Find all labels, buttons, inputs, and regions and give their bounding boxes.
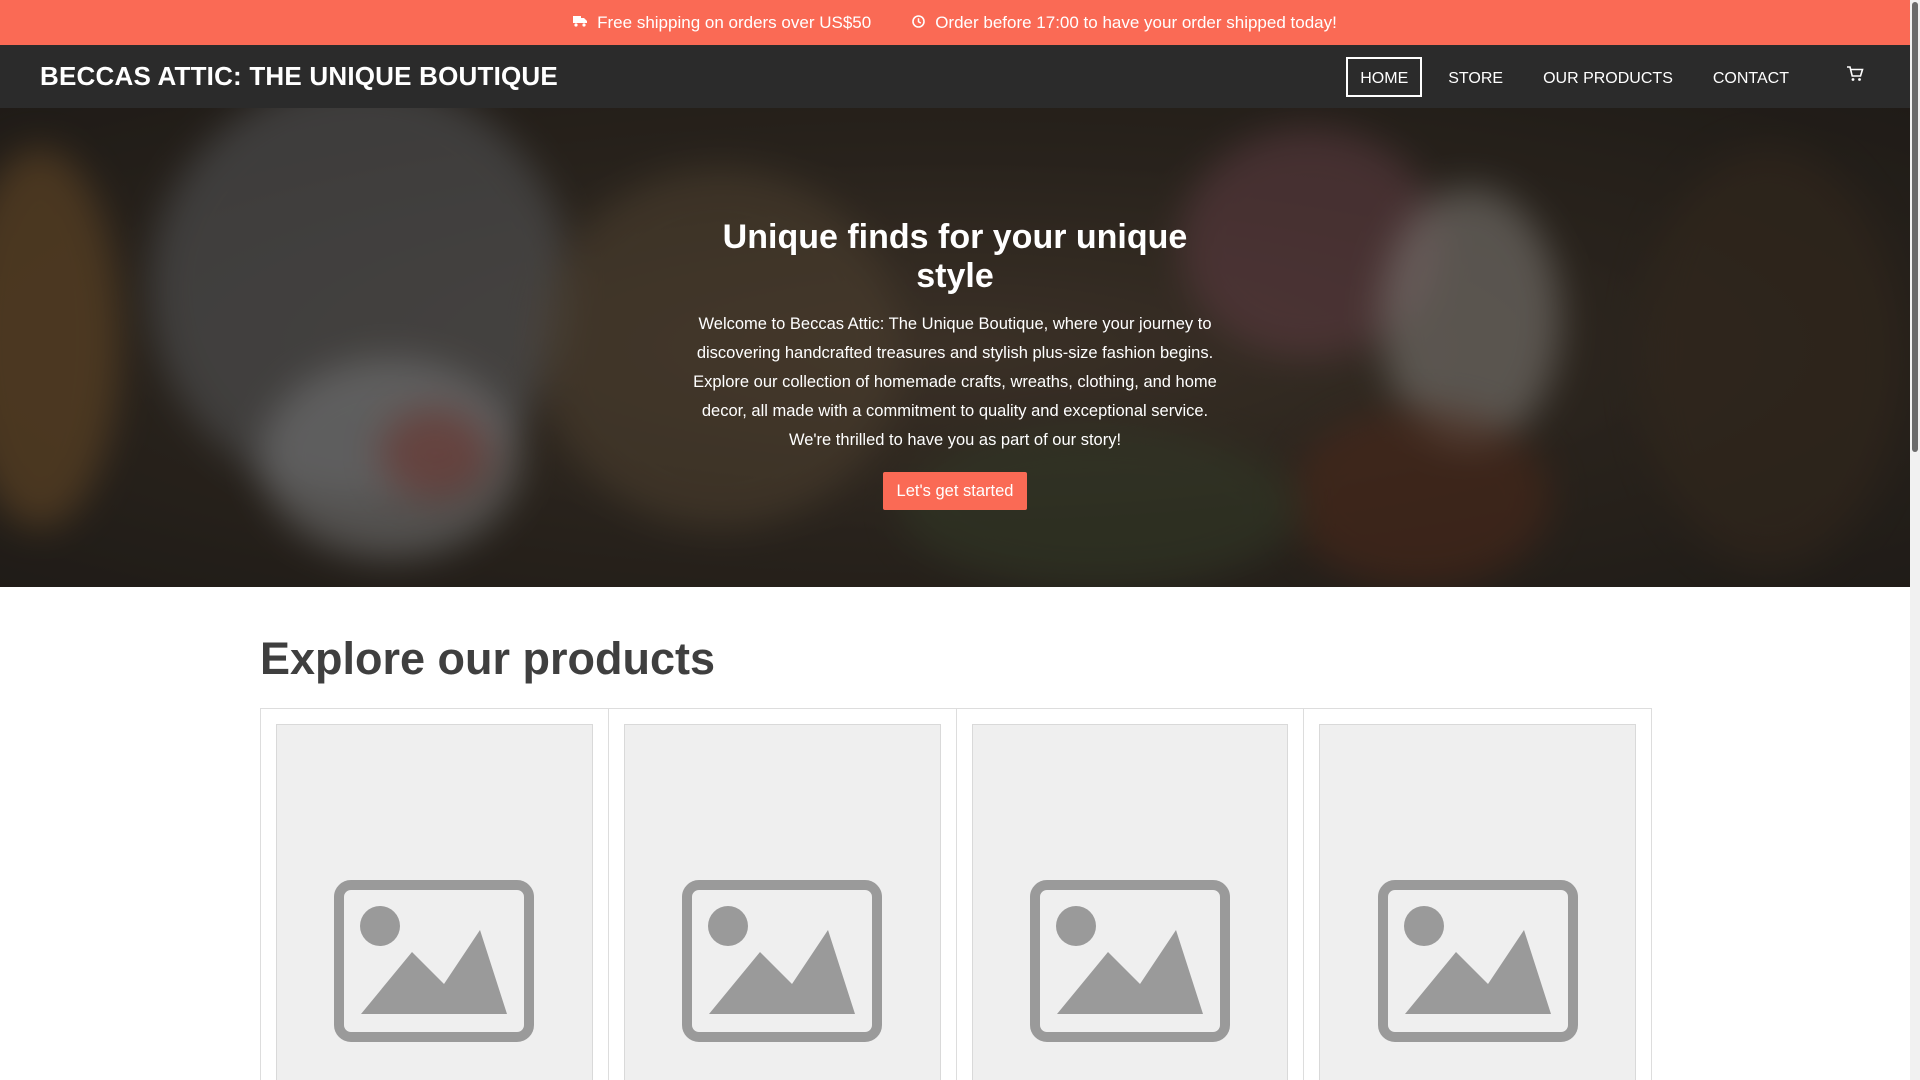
products-heading: Explore our products [260,633,716,684]
product-image[interactable] [623,724,941,1080]
announcement-shipping: Free shipping on orders over US$50 [573,13,871,33]
navbar: BECCAS ATTIC: THE UNIQUE BOUTIQUE HOME S… [0,45,1910,108]
nav-home[interactable]: HOME [1346,56,1423,97]
page: Free shipping on orders over US$50 Order… [0,0,1910,1080]
hero-text: Welcome to Beccas Attic: The Unique Bout… [693,315,1217,449]
hero-banner: Unique finds for your unique style Welco… [0,108,1910,587]
brand-logo-link[interactable]: BECCAS ATTIC: THE UNIQUE BOUTIQUE [40,45,558,108]
hero-content: Unique finds for your unique style Welco… [680,218,1230,510]
product-image[interactable] [1319,724,1636,1080]
product-card[interactable] [1304,709,1651,1080]
announcement-shipping-text: Free shipping on orders over US$50 [597,12,872,32]
product-card[interactable] [957,709,1305,1080]
truck-icon [573,15,588,30]
products-grid [260,708,1652,1080]
image-placeholder-icon [1377,880,1578,1047]
nav-our-products[interactable]: OUR PRODUCTS [1529,57,1687,97]
image-placeholder-icon [682,880,883,1047]
nav-store[interactable]: STORE [1434,57,1517,97]
cart-button[interactable] [1835,57,1875,97]
hero-title: Unique finds for your unique style [722,218,1188,295]
get-started-button[interactable]: Let's get started [882,472,1028,510]
product-image[interactable] [276,724,593,1080]
announcement-order-text: Order before 17:00 to have your order sh… [935,12,1337,32]
scrollbar-thumb[interactable] [1912,2,1918,452]
announcement-order: Order before 17:00 to have your order sh… [911,13,1337,33]
image-placeholder-icon [334,880,535,1047]
product-card[interactable] [609,709,957,1080]
page-scrollbar[interactable] [1910,0,1920,1080]
cart-icon [1846,66,1864,87]
main-nav: HOME STORE OUR PRODUCTS CONTACT [1346,45,1910,108]
nav-contact[interactable]: CONTACT [1699,57,1803,97]
product-image[interactable] [971,724,1289,1080]
announcement-bar: Free shipping on orders over US$50 Order… [0,0,1910,45]
clock-icon [911,14,925,31]
product-card[interactable] [261,709,609,1080]
image-placeholder-icon [1029,880,1230,1047]
